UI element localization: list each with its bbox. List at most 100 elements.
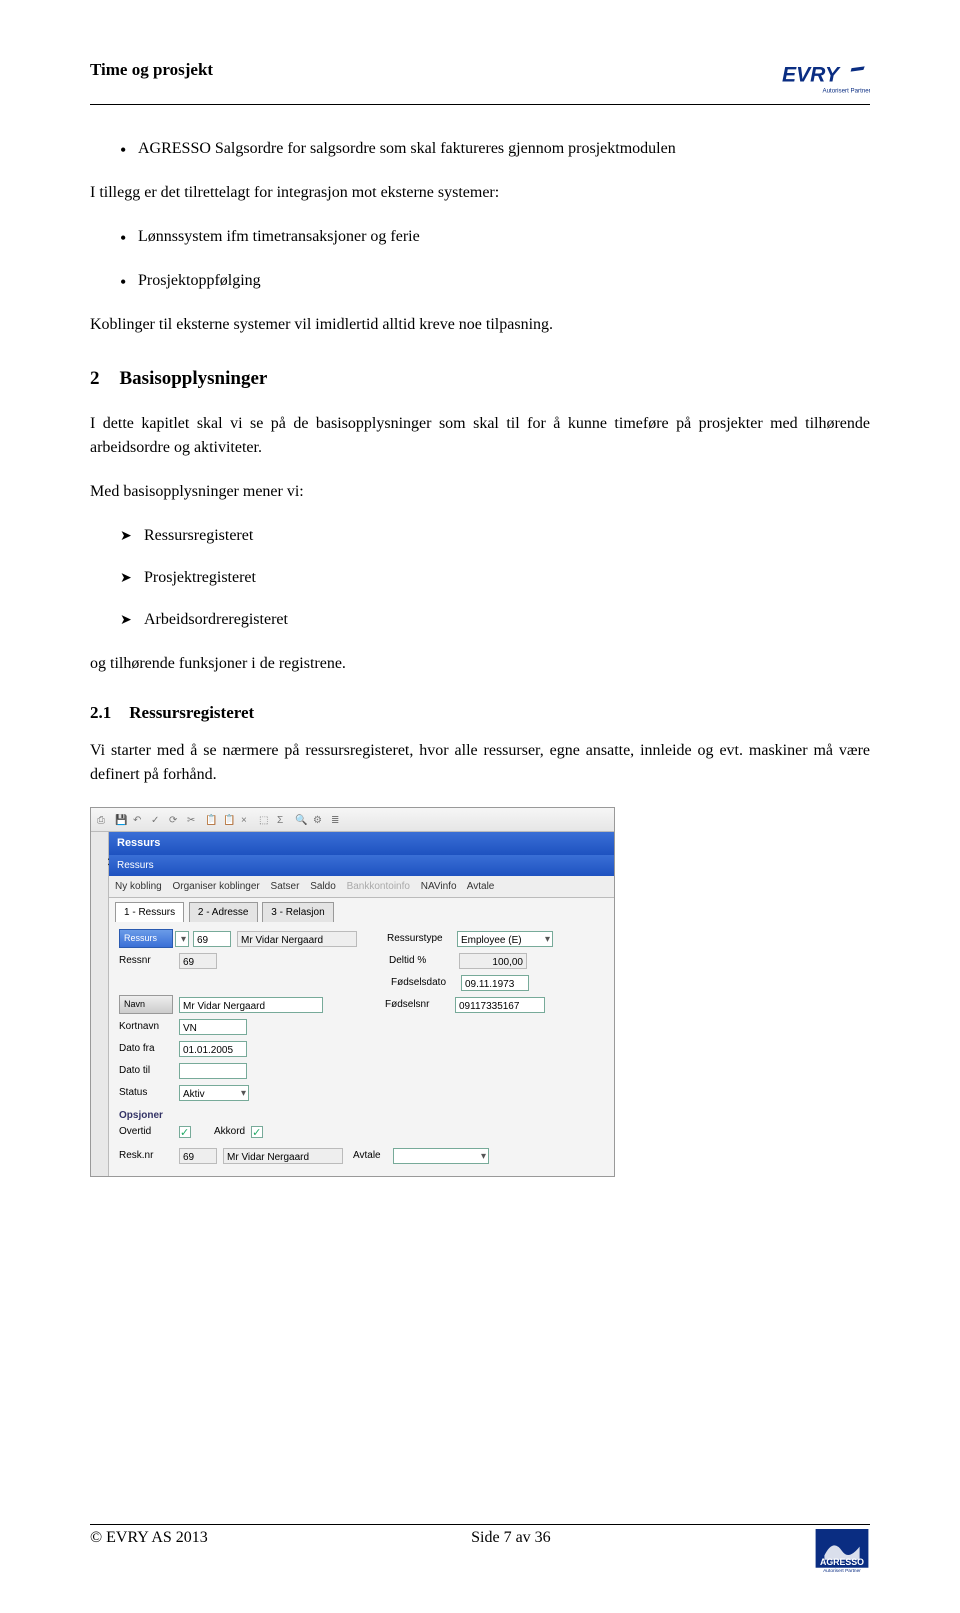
menu-strip: Ny kobling Organiser koblinger Satser Sa… [109,876,614,898]
datotil-input[interactable] [179,1063,247,1079]
paragraph: og tilhørende funksjoner i de registrene… [90,652,870,676]
menu-item: Bankkontoinfo [347,881,410,892]
resknr-id-input: 69 [179,1148,217,1164]
ressurstype-select[interactable]: Employee (E) [457,931,553,947]
overtid-checkbox[interactable] [179,1126,191,1138]
toolbar-icon[interactable]: 📋 [205,813,219,827]
akkord-label: Akkord [214,1124,245,1139]
heading-text: Basisopplysninger [120,368,268,389]
toolbar-icon[interactable]: ↶ [133,813,147,827]
ressurs-button[interactable]: Ressurs [119,929,173,949]
paragraph: I dette kapitlet skal vi se på de basiso… [90,412,870,460]
app-toolbar: ⎙ 💾 ↶ ✓ ⟳ ✂ 📋 📋 × ⬚ Σ 🔍 ⚙ ≣ [91,808,614,832]
tab-ressurs[interactable]: 1 - Ressurs [115,902,184,922]
toolbar-icon[interactable]: ⚙ [313,813,327,827]
svg-text:EVRY: EVRY [782,63,841,86]
status-select[interactable]: Aktiv [179,1085,249,1101]
deltid-label: Deltid % [389,953,459,968]
toolbar-icon[interactable]: ⎙ [97,813,111,827]
agresso-logo: AGRESSO Autorisert Partner [814,1529,870,1573]
footer-copyright: © EVRY AS 2013 [90,1529,208,1547]
svg-text:Autorisert Partner: Autorisert Partner [822,88,870,95]
bullet-list-2: Lønnssystem ifm timetransaksjoner og fer… [120,225,870,293]
resknr-name-input: Mr Vidar Nergaard [223,1148,343,1164]
footer-page-number: Side 7 av 36 [471,1529,551,1547]
form-area: Ressurs 69 Mr Vidar Nergaard Ressurstype… [109,922,614,1178]
fodselsdato-label: Fødselsdato [391,975,461,990]
ressnr-input: 69 [179,953,217,969]
toolbar-icon[interactable]: ✓ [151,813,165,827]
heading-number: 2.1 [90,703,111,722]
datotil-label: Dato til [119,1063,179,1078]
toolbar-icon[interactable]: ✂ [187,813,201,827]
menu-item[interactable]: Satser [271,881,300,892]
akkord-checkbox[interactable] [251,1126,263,1138]
svg-text:AGRESSO: AGRESSO [820,1557,864,1567]
inner-titlebar: Ressurs [109,855,614,876]
overtid-label: Overtid [119,1124,179,1139]
window-titlebar: Ressurs [109,832,614,855]
toolbar-icon[interactable]: Σ [277,813,291,827]
ressnr-label: Ressnr [119,953,179,968]
bullet-list-1: AGRESSO Salgsordre for salgsordre som sk… [120,137,870,161]
menu-item[interactable]: Organiser koblinger [172,881,259,892]
toolbar-icon[interactable]: 📋 [223,813,237,827]
heading-number: 2 [90,368,100,389]
tab-adresse[interactable]: 2 - Adresse [189,902,258,922]
list-item: Prosjektoppfølging [120,269,870,293]
menu-item[interactable]: NAVinfo [421,881,457,892]
document-body: AGRESSO Salgsordre for salgsordre som sk… [90,137,870,1177]
ressurs-dropdown[interactable] [175,931,189,947]
ressurs-id-input[interactable]: 69 [193,931,231,947]
datofra-input[interactable]: 01.01.2005 [179,1041,247,1057]
resknr-label: Resk.nr [119,1148,179,1163]
ressurs-name-input: Mr Vidar Nergaard [237,931,357,947]
toolbar-icon[interactable]: ⟳ [169,813,183,827]
list-item: AGRESSO Salgsordre for salgsordre som sk… [120,137,870,161]
toolbar-icon[interactable]: ≣ [331,813,345,827]
datofra-label: Dato fra [119,1041,179,1056]
tab-relasjon[interactable]: 3 - Relasjon [262,902,333,922]
kortnavn-label: Kortnavn [119,1019,179,1034]
status-label: Status [119,1085,179,1100]
app-sidebar[interactable]: Meny [91,832,109,1176]
paragraph: Vi starter med å se nærmere på ressursre… [90,739,870,787]
navn-input[interactable]: Mr Vidar Nergaard [179,997,323,1013]
opsjoner-heading: Opsjoner [119,1108,604,1123]
menu-item[interactable]: Ny kobling [115,881,162,892]
toolbar-icon[interactable]: × [241,813,255,827]
evry-logo: EVRY Autorisert Partner [782,60,870,100]
fodselsnr-input[interactable]: 09117335167 [455,997,545,1013]
page-footer: © EVRY AS 2013 Side 7 av 36 AGRESSO Auto… [90,1524,870,1573]
toolbar-icon[interactable]: 💾 [115,813,129,827]
avtale-label: Avtale [353,1148,393,1163]
list-item: Lønnssystem ifm timetransaksjoner og fer… [120,225,870,249]
kortnavn-input[interactable]: VN [179,1019,247,1035]
ressurstype-label: Ressurstype [387,931,457,946]
paragraph: I tillegg er det tilrettelagt for integr… [90,181,870,205]
paragraph: Med basisopplysninger mener vi: [90,480,870,504]
list-item: Prosjektregisteret [120,566,870,590]
avtale-select[interactable] [393,1148,489,1164]
navn-button[interactable]: Navn [119,995,173,1015]
arrow-list: Ressursregisteret Prosjektregisteret Arb… [120,524,870,632]
page-header: Time og prosjekt EVRY Autorisert Partner [90,60,870,105]
paragraph: Koblinger til eksterne systemer vil imid… [90,313,870,337]
toolbar-icon[interactable]: 🔍 [295,813,309,827]
svg-text:Autorisert Partner: Autorisert Partner [823,1568,861,1573]
fodselsnr-label: Fødselsnr [385,997,455,1012]
app-main: Ressurs Ressurs Ny kobling Organiser kob… [109,832,614,1176]
tab-strip: 1 - Ressurs 2 - Adresse 3 - Relasjon [109,898,614,922]
heading-text: Ressursregisteret [129,703,254,722]
header-title: Time og prosjekt [90,60,213,80]
menu-item[interactable]: Saldo [310,881,336,892]
list-item: Arbeidsordreregisteret [120,608,870,632]
embedded-screenshot: ⎙ 💾 ↶ ✓ ⟳ ✂ 📋 📋 × ⬚ Σ 🔍 ⚙ ≣ Meny Ressurs [90,807,615,1177]
menu-item[interactable]: Avtale [467,881,495,892]
heading-2: 2 Basisopplysninger [90,365,870,394]
deltid-input: 100,00 [459,953,527,969]
toolbar-icon[interactable]: ⬚ [259,813,273,827]
list-item: Ressursregisteret [120,524,870,548]
fodselsdato-input[interactable]: 09.11.1973 [461,975,529,991]
heading-3: 2.1 Ressursregisteret [90,700,870,726]
